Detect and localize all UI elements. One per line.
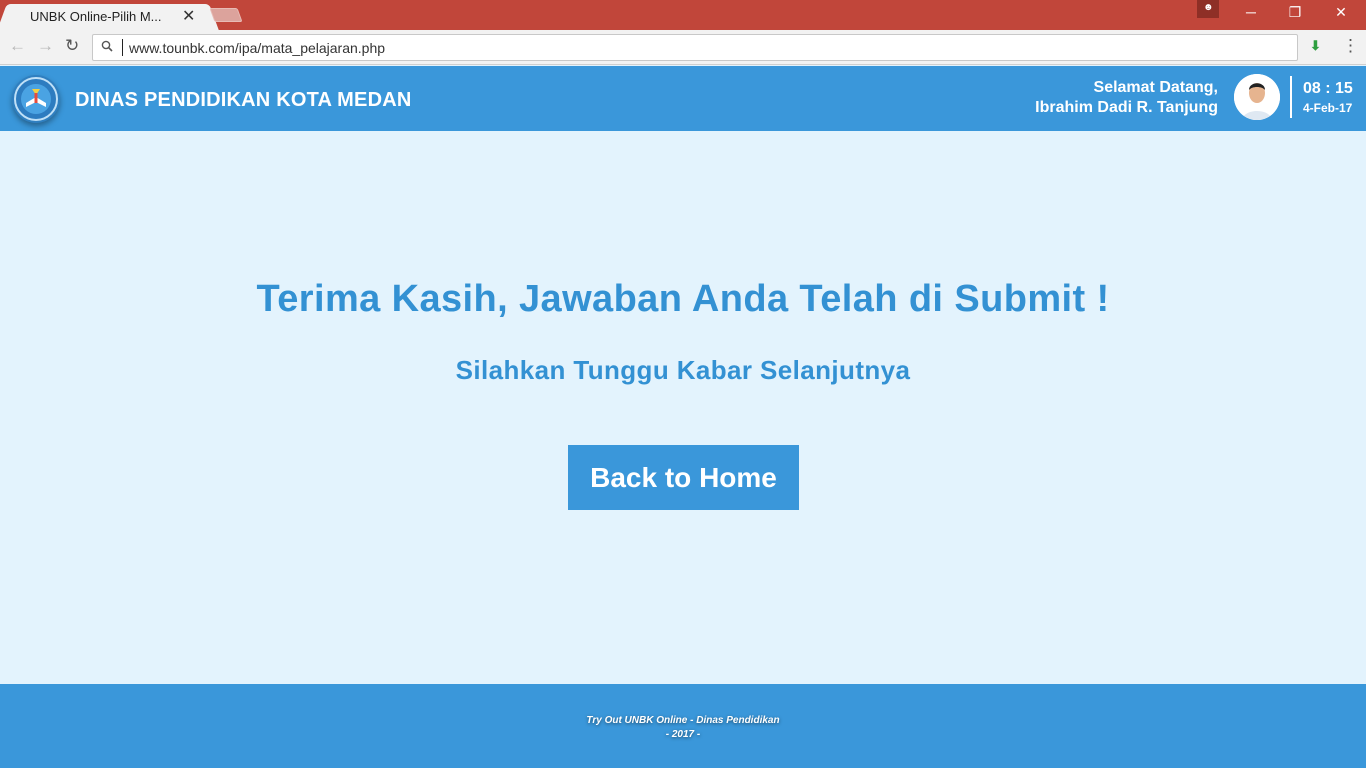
url-text[interactable]: www.tounbk.com/ipa/mata_pelajaran.php bbox=[129, 40, 385, 56]
page-subtitle: Silahkan Tunggu Kabar Selanjutnya bbox=[455, 355, 911, 385]
browser-toolbar: ← → ↻ www.tounbk.com/ipa/mata_pelajaran.… bbox=[0, 30, 1366, 65]
tut-wuri-handayani-logo bbox=[12, 75, 60, 123]
header-divider bbox=[1290, 76, 1292, 118]
footer-year: - 2017 - bbox=[665, 729, 701, 740]
tab-close-icon[interactable]: ✕ bbox=[182, 6, 195, 26]
profile-icon: ☻ bbox=[1203, 2, 1214, 13]
site-header: DINAS PENDIDIKAN KOTA MEDAN Selamat Data… bbox=[0, 66, 1366, 131]
footer-text: Try Out UNBK Online - Dinas Pendidikan bbox=[586, 715, 780, 726]
download-icon[interactable]: ⬇ bbox=[1310, 38, 1321, 54]
welcome-text: Selamat Datang, Ibrahim Dadi R. Tanjung bbox=[1035, 78, 1218, 118]
browser-tab[interactable]: UNBK Online-Pilih M... ✕ bbox=[10, 4, 206, 30]
avatar bbox=[1234, 74, 1280, 120]
arrow-left-icon[interactable]: ← bbox=[9, 36, 26, 56]
date: 4-Feb-17 bbox=[1303, 101, 1353, 115]
site-brand: DINAS PENDIDIKAN KOTA MEDAN bbox=[75, 89, 412, 111]
tab-title: UNBK Online-Pilih M... bbox=[30, 9, 162, 24]
back-to-home-button[interactable]: Back to Home bbox=[568, 445, 799, 510]
browser-titlebar: UNBK Online-Pilih M... ✕ ☻ ─ ❐ ✕ bbox=[0, 0, 1366, 30]
page-title: Terima Kasih, Jawaban Anda Telah di Subm… bbox=[256, 278, 1110, 320]
minimize-button[interactable]: ─ bbox=[1236, 4, 1266, 24]
user-photo-icon bbox=[1234, 74, 1280, 120]
profile-button[interactable]: ☻ bbox=[1197, 0, 1219, 18]
text-caret bbox=[122, 39, 123, 56]
clock: 08 : 15 bbox=[1303, 80, 1353, 97]
reload-icon[interactable]: ↻ bbox=[65, 36, 79, 56]
kebab-menu-icon[interactable]: ⋮ bbox=[1342, 36, 1359, 56]
user-name: Ibrahim Dadi R. Tanjung bbox=[1035, 99, 1218, 116]
search-icon bbox=[101, 40, 113, 52]
address-bar[interactable]: www.tounbk.com/ipa/mata_pelajaran.php bbox=[92, 34, 1298, 61]
emblem-icon bbox=[14, 77, 58, 121]
arrow-right-icon[interactable]: → bbox=[37, 36, 54, 56]
close-window-button[interactable]: ✕ bbox=[1326, 4, 1356, 24]
welcome-greeting: Selamat Datang, bbox=[1093, 79, 1218, 96]
new-tab-button[interactable] bbox=[209, 8, 243, 22]
restore-button[interactable]: ❐ bbox=[1280, 4, 1310, 24]
site-footer: Try Out UNBK Online - Dinas Pendidikan -… bbox=[0, 684, 1366, 768]
